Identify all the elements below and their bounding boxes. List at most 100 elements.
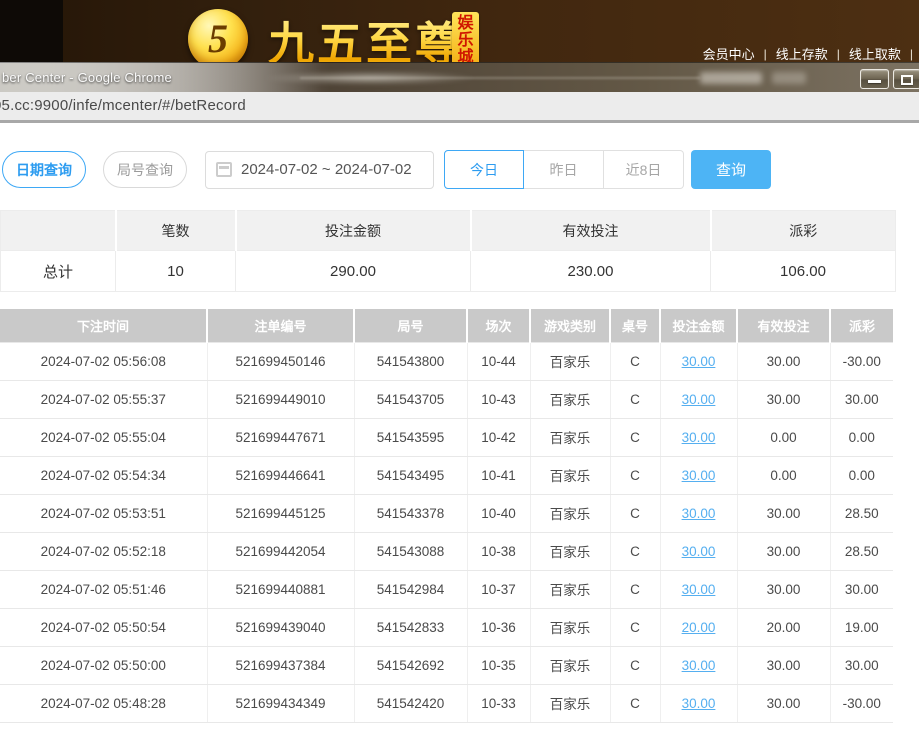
summary-total-row: 总计 10 290.00 230.00 106.00: [1, 251, 896, 292]
date-range-input[interactable]: 2024-07-02 ~ 2024-07-02: [205, 151, 434, 189]
summary-total-count: 10: [116, 251, 236, 292]
bet-row: 2024-07-02 05:51:46521699440881541542984…: [0, 570, 893, 608]
logo-text: 九五至尊: [268, 8, 464, 62]
maximize-button[interactable]: [893, 69, 919, 89]
summary-header-payout: 派彩: [711, 211, 896, 251]
minimize-button[interactable]: [860, 69, 889, 89]
summary-table: 笔数 投注金额 有效投注 派彩 总计 10 290.00 230.00 106.…: [0, 210, 896, 292]
url-text: 05.cc:9900/infe/mcenter/#/betRecord: [0, 97, 246, 114]
cell-table-no: C: [610, 570, 660, 608]
cell-bet-amount: 30.00: [660, 494, 737, 532]
col-valid-bet: 有效投注: [737, 309, 830, 342]
cell-valid-bet: 30.00: [737, 684, 830, 722]
cell-round-no: 541543495: [354, 456, 467, 494]
cell-table-no: C: [610, 418, 660, 456]
cell-payout: 30.00: [830, 646, 893, 684]
cell-bet-amount: 30.00: [660, 380, 737, 418]
bet-amount-link[interactable]: 30.00: [682, 582, 716, 597]
cell-valid-bet: 30.00: [737, 380, 830, 418]
bet-row: 2024-07-02 05:50:54521699439040541542833…: [0, 608, 893, 646]
cell-ticket-no: 521699439040: [207, 608, 354, 646]
summary-header-valid-bet: 有效投注: [471, 211, 711, 251]
cell-round-no: 541543595: [354, 418, 467, 456]
top-nav: 会员中心 | 线上存款 | 线上取款 |: [703, 44, 913, 62]
cell-valid-bet: 30.00: [737, 494, 830, 532]
cell-payout: 28.50: [830, 532, 893, 570]
quick-last8days-button[interactable]: 近8日: [604, 150, 684, 189]
summary-header-empty: [1, 211, 116, 251]
cell-valid-bet: 0.00: [737, 418, 830, 456]
bet-row: 2024-07-02 05:52:18521699442054541543088…: [0, 532, 893, 570]
quick-yesterday-button[interactable]: 昨日: [524, 150, 604, 189]
cell-table-no: C: [610, 494, 660, 532]
bet-amount-link[interactable]: 30.00: [682, 354, 716, 369]
cell-table-no: C: [610, 456, 660, 494]
cell-bet-time: 2024-07-02 05:52:18: [0, 532, 207, 570]
cell-bet-time: 2024-07-02 05:51:46: [0, 570, 207, 608]
cell-payout: -30.00: [830, 342, 893, 380]
cell-game-type: 百家乐: [530, 684, 610, 722]
cell-ticket-no: 521699440881: [207, 570, 354, 608]
cell-game-type: 百家乐: [530, 342, 610, 380]
cell-ticket-no: 521699442054: [207, 532, 354, 570]
cell-table-no: C: [610, 684, 660, 722]
search-button[interactable]: 查询: [691, 150, 771, 189]
cell-ticket-no: 521699449010: [207, 380, 354, 418]
blurred-ornament-line: [300, 77, 700, 79]
bet-amount-link[interactable]: 20.00: [682, 620, 716, 635]
cell-table-no: C: [610, 380, 660, 418]
col-bet-time: 下注时间: [0, 309, 207, 342]
summary-total-bet-amount: 290.00: [236, 251, 471, 292]
cell-ticket-no: 521699437384: [207, 646, 354, 684]
bet-record-table: 下注时间 注单编号 局号 场次 游戏类别 桌号 投注金额 有效投注 派彩 202…: [0, 309, 893, 723]
cell-bet-time: 2024-07-02 05:55:04: [0, 418, 207, 456]
cell-session: 10-36: [467, 608, 530, 646]
bet-amount-link[interactable]: 30.00: [682, 430, 716, 445]
cell-payout: -30.00: [830, 684, 893, 722]
cell-game-type: 百家乐: [530, 532, 610, 570]
cell-bet-amount: 30.00: [660, 342, 737, 380]
cell-round-no: 541543088: [354, 532, 467, 570]
logo-coin-glyph: 5: [208, 15, 228, 62]
bet-row: 2024-07-02 05:50:00521699437384541542692…: [0, 646, 893, 684]
cell-session: 10-44: [467, 342, 530, 380]
bet-row: 2024-07-02 05:56:08521699450146541543800…: [0, 342, 893, 380]
site-banner: 5 九五至尊 娱乐城 会员中心 | 线上存款 | 线上取款 |: [0, 0, 919, 62]
bet-amount-link[interactable]: 30.00: [682, 658, 716, 673]
bet-amount-link[interactable]: 30.00: [682, 696, 716, 711]
cell-valid-bet: 0.00: [737, 456, 830, 494]
browser-url-bar[interactable]: 05.cc:9900/infe/mcenter/#/betRecord: [0, 92, 919, 123]
cell-valid-bet: 30.00: [737, 570, 830, 608]
nav-separator: |: [910, 47, 913, 61]
blurred-text: [772, 72, 806, 84]
cell-bet-time: 2024-07-02 05:48:28: [0, 684, 207, 722]
cell-bet-amount: 20.00: [660, 608, 737, 646]
bet-amount-link[interactable]: 30.00: [682, 544, 716, 559]
logo-coin-icon: 5: [188, 9, 248, 62]
cell-bet-amount: 30.00: [660, 418, 737, 456]
quick-today-button[interactable]: 今日: [444, 150, 524, 189]
cell-payout: 28.50: [830, 494, 893, 532]
round-query-tab[interactable]: 局号查询: [103, 151, 187, 188]
bet-amount-link[interactable]: 30.00: [682, 392, 716, 407]
cell-bet-time: 2024-07-02 05:50:54: [0, 608, 207, 646]
bet-amount-link[interactable]: 30.00: [682, 468, 716, 483]
col-ticket-no: 注单编号: [207, 309, 354, 342]
cell-bet-time: 2024-07-02 05:56:08: [0, 342, 207, 380]
cell-ticket-no: 521699447671: [207, 418, 354, 456]
cell-round-no: 541543705: [354, 380, 467, 418]
nav-member-center[interactable]: 会员中心: [703, 44, 755, 62]
col-session: 场次: [467, 309, 530, 342]
cell-valid-bet: 30.00: [737, 342, 830, 380]
cell-payout: 19.00: [830, 608, 893, 646]
bet-amount-link[interactable]: 30.00: [682, 506, 716, 521]
cell-payout: 30.00: [830, 570, 893, 608]
cell-game-type: 百家乐: [530, 608, 610, 646]
bet-row: 2024-07-02 05:53:51521699445125541543378…: [0, 494, 893, 532]
bet-table-header-row: 下注时间 注单编号 局号 场次 游戏类别 桌号 投注金额 有效投注 派彩: [0, 309, 893, 342]
date-query-tab[interactable]: 日期查询: [2, 151, 86, 188]
nav-online-withdraw[interactable]: 线上取款: [849, 44, 901, 62]
browser-title-bar[interactable]: ber Center - Google Chrome: [0, 62, 919, 92]
nav-online-deposit[interactable]: 线上存款: [776, 44, 828, 62]
nav-separator: |: [764, 47, 767, 61]
